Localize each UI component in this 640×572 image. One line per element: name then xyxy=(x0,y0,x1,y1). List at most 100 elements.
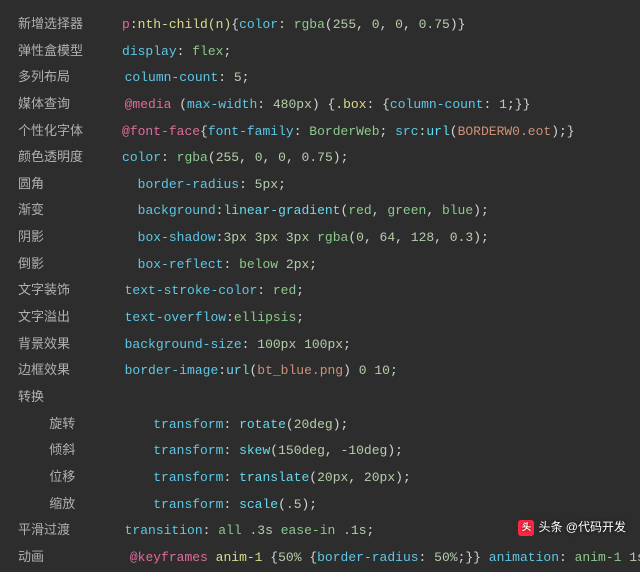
code-token: : xyxy=(223,443,239,458)
code-token: , xyxy=(434,230,450,245)
code-line: 背景效果 background-size: 100px 100px; xyxy=(18,332,622,359)
code-token: ); xyxy=(395,470,411,485)
code-token: anim-1 xyxy=(575,550,630,565)
code-token: ); xyxy=(473,230,489,245)
code-token: .3s xyxy=(249,523,280,538)
line-label: 媒体查询 xyxy=(18,92,70,119)
code-token: green xyxy=(387,203,426,218)
code-token: );} xyxy=(551,124,574,139)
code-token: ; xyxy=(380,124,396,139)
code-token: linear-gradient xyxy=(223,203,340,218)
code-token: ); xyxy=(387,443,403,458)
code-token: : xyxy=(177,44,193,59)
code-token: : xyxy=(203,523,219,538)
code-token: flex xyxy=(192,44,223,59)
code-token: blue xyxy=(442,203,473,218)
code-token: : xyxy=(278,17,294,32)
code-token: , xyxy=(239,150,255,165)
code-token: ease-in xyxy=(281,523,343,538)
code-token: box-shadow xyxy=(138,230,216,245)
code-token: 20px xyxy=(364,470,395,485)
code-token: color xyxy=(239,17,278,32)
line-label: 平滑过渡 xyxy=(18,518,70,545)
line-label: 弹性盒模型 xyxy=(18,39,83,66)
watermark: 头 头条 @代码开发 xyxy=(518,515,626,540)
line-label: 个性化字体 xyxy=(18,119,83,146)
code-token: @media xyxy=(125,97,180,112)
code-line: 颜色透明度 color: rgba(255, 0, 0, 0.75); xyxy=(18,145,622,172)
code-token: border-image xyxy=(125,363,219,378)
code-token: 100px 100px xyxy=(257,337,343,352)
line-label: 动画 xyxy=(18,545,44,572)
code-token: ellipsis xyxy=(234,310,296,325)
code-token: max-width xyxy=(187,97,257,112)
code-token: : xyxy=(239,177,255,192)
code-token: transition xyxy=(125,523,203,538)
code-token: text-stroke-color xyxy=(125,283,258,298)
code-token: ;}} xyxy=(458,550,489,565)
code-token: display xyxy=(122,44,177,59)
code-token: color xyxy=(122,150,161,165)
code-token: url xyxy=(426,124,449,139)
code-token: : xyxy=(484,97,500,112)
code-token: 128 xyxy=(411,230,434,245)
code-line: 旋转 transform: rotate(20deg); xyxy=(18,412,622,439)
code-line: 文字装饰 text-stroke-color: red; xyxy=(18,278,622,305)
code-token: 0 xyxy=(372,17,380,32)
line-label: 文字装饰 xyxy=(18,278,70,305)
code-token: BORDERW0.eot xyxy=(458,124,552,139)
code-token: , xyxy=(325,443,341,458)
code-token: 5 xyxy=(234,70,242,85)
code-token: red xyxy=(348,203,371,218)
code-token: rgba xyxy=(177,150,208,165)
code-token: ( xyxy=(309,470,317,485)
line-label: 倒影 xyxy=(18,252,44,279)
code-token: , xyxy=(263,150,279,165)
code-token: , xyxy=(372,203,388,218)
code-block: 新增选择器 p:nth-child(n){color: rgba(255, 0,… xyxy=(18,12,622,571)
code-token: { xyxy=(309,550,317,565)
code-token: column-count xyxy=(125,70,219,85)
code-line: 转换 xyxy=(18,385,622,412)
code-token: :nth-child(n) xyxy=(130,17,231,32)
code-token: skew xyxy=(239,443,270,458)
line-label: 旋转 xyxy=(18,412,75,439)
watermark-text: 头条 @代码开发 xyxy=(538,515,626,540)
line-label: 阴影 xyxy=(18,225,44,252)
code-token: below xyxy=(239,257,286,272)
code-token: , xyxy=(395,230,411,245)
code-token: ); xyxy=(333,150,349,165)
line-label: 倾斜 xyxy=(18,438,75,465)
code-token: ); xyxy=(302,497,318,512)
code-token: , xyxy=(364,230,380,245)
code-token: ) { xyxy=(312,97,335,112)
code-token: @font-face xyxy=(122,124,200,139)
code-token: 50% xyxy=(278,550,309,565)
code-token: ( xyxy=(348,230,356,245)
code-token: translate xyxy=(239,470,309,485)
code-token: : xyxy=(257,283,273,298)
code-token: font-family xyxy=(208,124,294,139)
code-token: url xyxy=(226,363,249,378)
line-label: 背景效果 xyxy=(18,332,70,359)
code-token: ); xyxy=(473,203,489,218)
code-token: ( xyxy=(325,17,333,32)
code-token: ); xyxy=(333,417,349,432)
code-token: 3px 3px 3px xyxy=(223,230,317,245)
code-token: { xyxy=(231,17,239,32)
code-token: rgba xyxy=(317,230,348,245)
code-token: .5 xyxy=(286,497,302,512)
code-token: scale xyxy=(239,497,278,512)
code-token: ; xyxy=(343,337,351,352)
code-token: , xyxy=(356,17,372,32)
code-token: ; xyxy=(223,44,231,59)
code-token: .box xyxy=(335,97,366,112)
code-token: 0 xyxy=(356,230,364,245)
code-token: )} xyxy=(450,17,466,32)
code-token: src xyxy=(395,124,418,139)
code-token: 1 xyxy=(499,97,507,112)
code-line: 多列布局 column-count: 5; xyxy=(18,65,622,92)
code-token: transform xyxy=(153,470,223,485)
code-token: , xyxy=(348,470,364,485)
code-line: 倾斜 transform: skew(150deg, -10deg); xyxy=(18,438,622,465)
